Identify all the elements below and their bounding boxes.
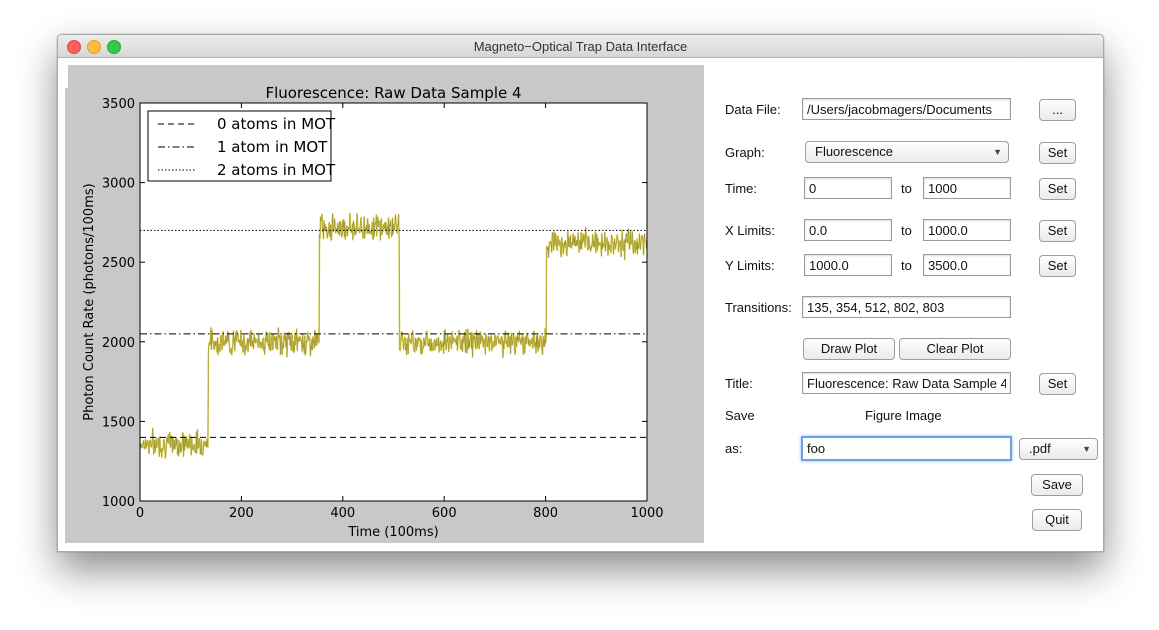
ylimits-from-input[interactable] — [804, 254, 892, 276]
x-tick-label: 800 — [533, 506, 558, 521]
transitions-input[interactable] — [802, 296, 1011, 318]
draw-plot-button[interactable]: Draw Plot — [803, 338, 895, 360]
save-label: Save — [725, 408, 755, 423]
x-tick-label: 200 — [229, 506, 254, 521]
transitions-label: Transitions: — [725, 300, 792, 315]
chart-title: Fluorescence: Raw Data Sample 4 — [265, 84, 521, 102]
x-tick-label: 1000 — [630, 506, 663, 521]
legend-entry: 0 atoms in MOT — [217, 115, 336, 133]
plot-canvas: 0 200 400 600 800 1000 1000 1500 2000 2500 3000 350… — [65, 65, 704, 543]
y-tick-label: 2000 — [102, 336, 135, 351]
y-tick-label: 3500 — [102, 97, 135, 112]
ylimits-label: Y Limits: — [725, 258, 775, 273]
legend-entry: 2 atoms in MOT — [217, 161, 336, 179]
time-set-button[interactable]: Set — [1039, 178, 1076, 200]
x-axis-label: Time (100ms) — [347, 525, 438, 540]
data-file-label: Data File: — [725, 102, 781, 117]
xlimits-from-input[interactable] — [804, 219, 892, 241]
xlimits-label: X Limits: — [725, 223, 775, 238]
graph-select[interactable]: Fluorescence ▼ — [805, 141, 1009, 163]
ylimits-to-input[interactable] — [923, 254, 1011, 276]
figure-image-label: Figure Image — [865, 408, 942, 423]
title-input[interactable] — [802, 372, 1011, 394]
fluorescence-chart: 0 200 400 600 800 1000 1000 1500 2000 2500 3000 350… — [82, 84, 664, 540]
window-title: Magneto−Optical Trap Data Interface — [473, 39, 688, 54]
xlimits-set-button[interactable]: Set — [1039, 220, 1076, 242]
y-tick-label: 1500 — [102, 415, 135, 430]
graph-select-value: Fluorescence — [815, 144, 894, 159]
filename-input[interactable] — [801, 436, 1012, 461]
clear-plot-button[interactable]: Clear Plot — [899, 338, 1011, 360]
time-to-label: to — [901, 181, 912, 196]
graph-label: Graph: — [725, 145, 765, 160]
y-axis-label: Photon Count Rate (photons/100ms) — [82, 183, 97, 420]
quit-button[interactable]: Quit — [1032, 509, 1082, 531]
save-as-label: as: — [725, 441, 743, 456]
time-label: Time: — [725, 181, 758, 196]
format-select-value: .pdf — [1029, 441, 1051, 456]
xlimits-to-input[interactable] — [923, 219, 1011, 241]
legend-entry: 1 atom in MOT — [217, 138, 328, 156]
x-tick-label: 0 — [136, 506, 144, 521]
browse-file-button[interactable]: ... — [1039, 99, 1076, 121]
format-select[interactable]: .pdf ▼ — [1019, 438, 1098, 460]
xlimits-to-label: to — [901, 223, 912, 238]
x-tick-label: 600 — [432, 506, 457, 521]
save-button[interactable]: Save — [1031, 474, 1083, 496]
app-window: Magneto−Optical Trap Data Interface 0 200… — [57, 34, 1104, 552]
x-tick-label: 400 — [330, 506, 355, 521]
title-label: Title: — [725, 376, 753, 391]
dropdown-arrow-icon: ▼ — [1082, 444, 1091, 454]
y-tick-label: 3000 — [102, 177, 135, 192]
ylimits-set-button[interactable]: Set — [1039, 255, 1076, 277]
data-file-input[interactable] — [802, 98, 1011, 120]
time-from-input[interactable] — [804, 177, 892, 199]
title-set-button[interactable]: Set — [1039, 373, 1076, 395]
ylimits-to-label: to — [901, 258, 912, 273]
graph-set-button[interactable]: Set — [1039, 142, 1076, 164]
dropdown-arrow-icon: ▼ — [993, 147, 1002, 157]
y-tick-label: 1000 — [102, 495, 135, 510]
time-to-input[interactable] — [923, 177, 1011, 199]
title-bar: Magneto−Optical Trap Data Interface — [58, 35, 1103, 58]
y-tick-label: 2500 — [102, 256, 135, 271]
